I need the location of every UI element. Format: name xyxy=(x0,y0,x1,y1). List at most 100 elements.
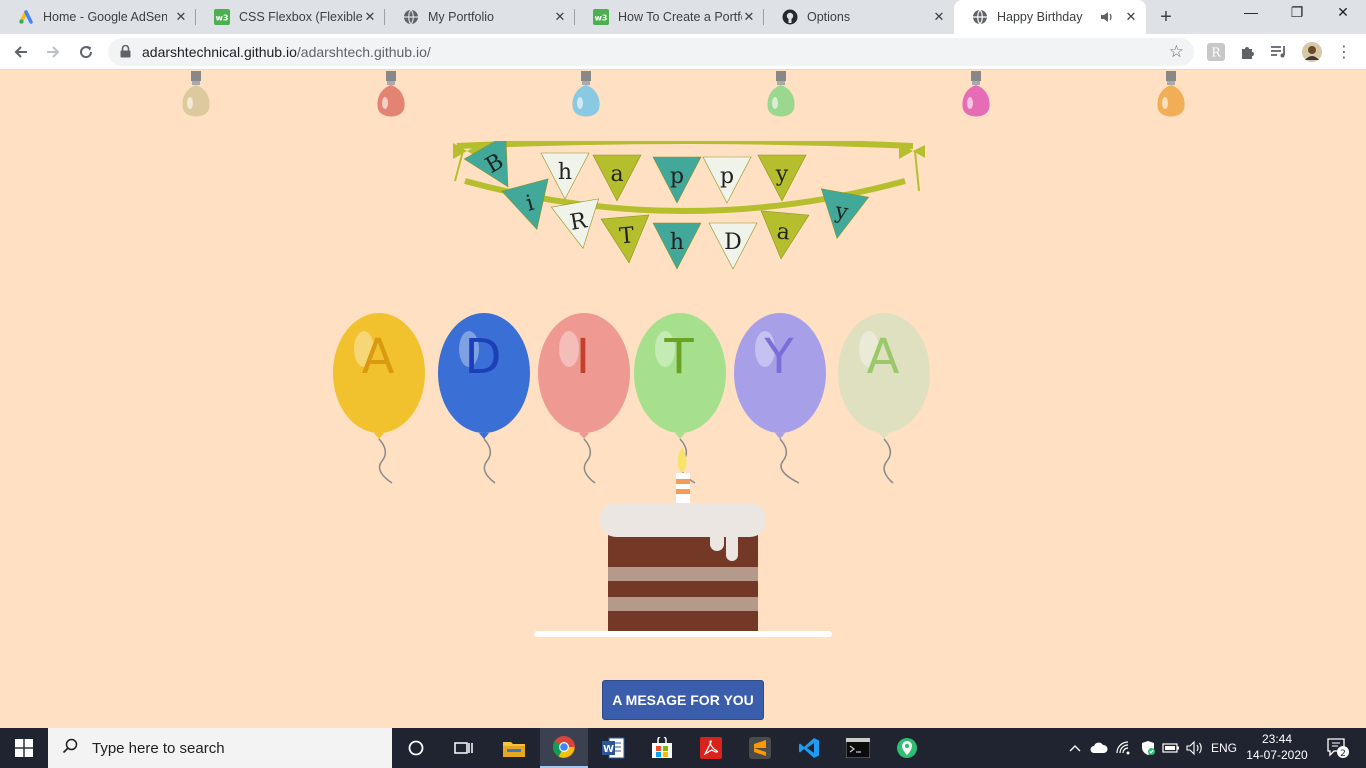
close-icon[interactable]: ✕ xyxy=(1124,10,1138,24)
balloon-letter: T xyxy=(664,329,694,385)
light-bulb-icon xyxy=(182,71,210,117)
balloon-letter: A xyxy=(866,329,900,385)
tab-title: How To Create a Portfolio xyxy=(618,10,742,24)
bunting-letter: p xyxy=(720,164,734,189)
store-icon[interactable] xyxy=(638,728,686,768)
balloon-letter: A xyxy=(361,329,395,385)
arrow-right-icon xyxy=(47,46,60,58)
candle-flame-icon xyxy=(677,447,687,473)
bunting-letter: a xyxy=(610,162,623,187)
minimize-button[interactable]: — xyxy=(1236,4,1266,20)
tab-flexbox[interactable]: w3 CSS Flexbox (Flexible Box) ✕ xyxy=(196,0,385,34)
balloon-letter-a-last: A xyxy=(837,311,933,491)
address-bar[interactable]: adarshtechnical.github.io/adarshtech.git… xyxy=(108,38,1194,66)
task-view-icon[interactable] xyxy=(440,728,488,768)
tab-options[interactable]: Options ✕ xyxy=(764,0,954,34)
windows-logo-icon xyxy=(15,739,33,757)
github-icon xyxy=(782,9,798,25)
tab-strip: Home - Google AdSense ✕ w3 CSS Flexbox (… xyxy=(0,0,1366,34)
tab-title: My Portfolio xyxy=(428,10,494,24)
tab-how-to-create[interactable]: w3 How To Create a Portfolio ✕ xyxy=(575,0,764,34)
reload-icon xyxy=(80,46,93,59)
tab-title: Home - Google AdSense xyxy=(43,10,167,24)
input-language-indicator[interactable]: ENG xyxy=(1208,728,1240,768)
close-icon[interactable]: ✕ xyxy=(363,10,377,24)
close-icon[interactable]: ✕ xyxy=(174,10,188,24)
close-icon[interactable]: ✕ xyxy=(742,10,756,24)
svg-text:R: R xyxy=(1211,46,1221,60)
light-bulb-icon xyxy=(962,71,990,117)
speaker-icon[interactable] xyxy=(1100,10,1114,27)
forward-button[interactable] xyxy=(40,39,66,65)
media-control-icon[interactable] xyxy=(1269,42,1289,62)
reader-extension-icon[interactable]: R xyxy=(1206,42,1226,62)
new-tab-button[interactable]: + xyxy=(1155,6,1177,29)
bunting-letter: T xyxy=(618,223,635,249)
balloon-letter: D xyxy=(464,329,502,385)
reload-button[interactable] xyxy=(73,39,99,65)
adsense-icon xyxy=(18,9,34,25)
windows-taskbar: Type here to search W ENG 23:44 14-07-20… xyxy=(0,728,1366,768)
location-app-icon[interactable] xyxy=(883,728,931,768)
tab-title: Options xyxy=(807,10,851,24)
close-icon[interactable]: ✕ xyxy=(553,10,567,24)
light-bulb-icon xyxy=(767,71,795,117)
close-icon[interactable]: ✕ xyxy=(932,10,946,24)
taskbar-search-box[interactable]: Type here to search xyxy=(48,728,392,768)
menu-kebab-icon[interactable]: ⋮ xyxy=(1334,42,1354,62)
balloon-letter: I xyxy=(575,329,591,385)
arrow-left-icon xyxy=(14,46,27,58)
vscode-icon[interactable] xyxy=(785,728,833,768)
bunting-letter: D xyxy=(724,230,742,255)
windows-start-button[interactable] xyxy=(0,728,48,768)
globe-icon xyxy=(972,9,988,25)
light-bulb-icon xyxy=(572,71,600,117)
onedrive-cloud-icon[interactable] xyxy=(1088,728,1110,768)
chrome-taskbar-icon[interactable] xyxy=(540,728,588,768)
clock-date: 14-07-2020 xyxy=(1246,748,1308,762)
restore-button[interactable]: ❐ xyxy=(1282,4,1312,21)
url-host: adarshtechnical.github.io xyxy=(142,44,297,60)
lock-icon[interactable] xyxy=(120,44,131,63)
birthday-cake xyxy=(534,447,832,637)
bunting-letter: h xyxy=(670,230,684,255)
bookmark-star-icon[interactable]: ☆ xyxy=(1169,42,1184,62)
battery-icon[interactable] xyxy=(1160,728,1182,768)
browser-toolbar: adarshtechnical.github.io/adarshtech.git… xyxy=(0,34,1366,70)
file-explorer-icon[interactable] xyxy=(490,728,538,768)
message-for-you-button[interactable]: A MESAGE FOR YOU xyxy=(602,680,764,720)
show-hidden-icons-chevron-icon[interactable] xyxy=(1064,728,1086,768)
svg-text:W: W xyxy=(603,744,614,755)
url-path: /adarshtech.github.io/ xyxy=(296,44,431,60)
balloon-letter-d: D xyxy=(437,311,533,491)
wifi-icon[interactable] xyxy=(1113,728,1135,768)
profile-avatar[interactable] xyxy=(1302,42,1322,62)
extensions-puzzle-icon[interactable] xyxy=(1238,42,1258,62)
tab-title: Happy Birthday xyxy=(997,10,1083,24)
tab-portfolio[interactable]: My Portfolio ✕ xyxy=(385,0,575,34)
search-placeholder: Type here to search xyxy=(92,739,225,757)
volume-icon[interactable] xyxy=(1183,728,1207,768)
action-center-button[interactable]: 2 xyxy=(1318,728,1358,768)
notification-icon: 2 xyxy=(1327,738,1349,759)
acrobat-reader-icon[interactable] xyxy=(687,728,735,768)
sublime-text-icon[interactable] xyxy=(736,728,784,768)
svg-text:w3: w3 xyxy=(595,14,608,23)
back-button[interactable] xyxy=(8,39,34,65)
cortana-icon[interactable] xyxy=(392,728,440,768)
notification-count: 2 xyxy=(1340,749,1346,759)
search-icon xyxy=(62,738,78,759)
birthday-page: Bhappy iRThDay A D I T Y A A MESAGE FOR … xyxy=(0,71,1366,728)
security-shield-icon[interactable] xyxy=(1137,728,1159,768)
close-window-button[interactable]: ✕ xyxy=(1328,4,1358,21)
tab-adsense[interactable]: Home - Google AdSense ✕ xyxy=(0,0,196,34)
clock-time: 23:44 xyxy=(1261,732,1293,746)
balloon-letter: Y xyxy=(764,329,794,385)
word-icon[interactable]: W xyxy=(589,728,637,768)
w3schools-icon: w3 xyxy=(593,9,609,25)
system-clock[interactable]: 23:44 14-07-2020 xyxy=(1240,731,1314,763)
terminal-icon[interactable] xyxy=(834,728,882,768)
light-bulb-icon xyxy=(377,71,405,117)
tab-happy-birthday[interactable]: Happy Birthday ✕ xyxy=(954,0,1146,34)
light-bulb-icon xyxy=(1157,71,1185,117)
